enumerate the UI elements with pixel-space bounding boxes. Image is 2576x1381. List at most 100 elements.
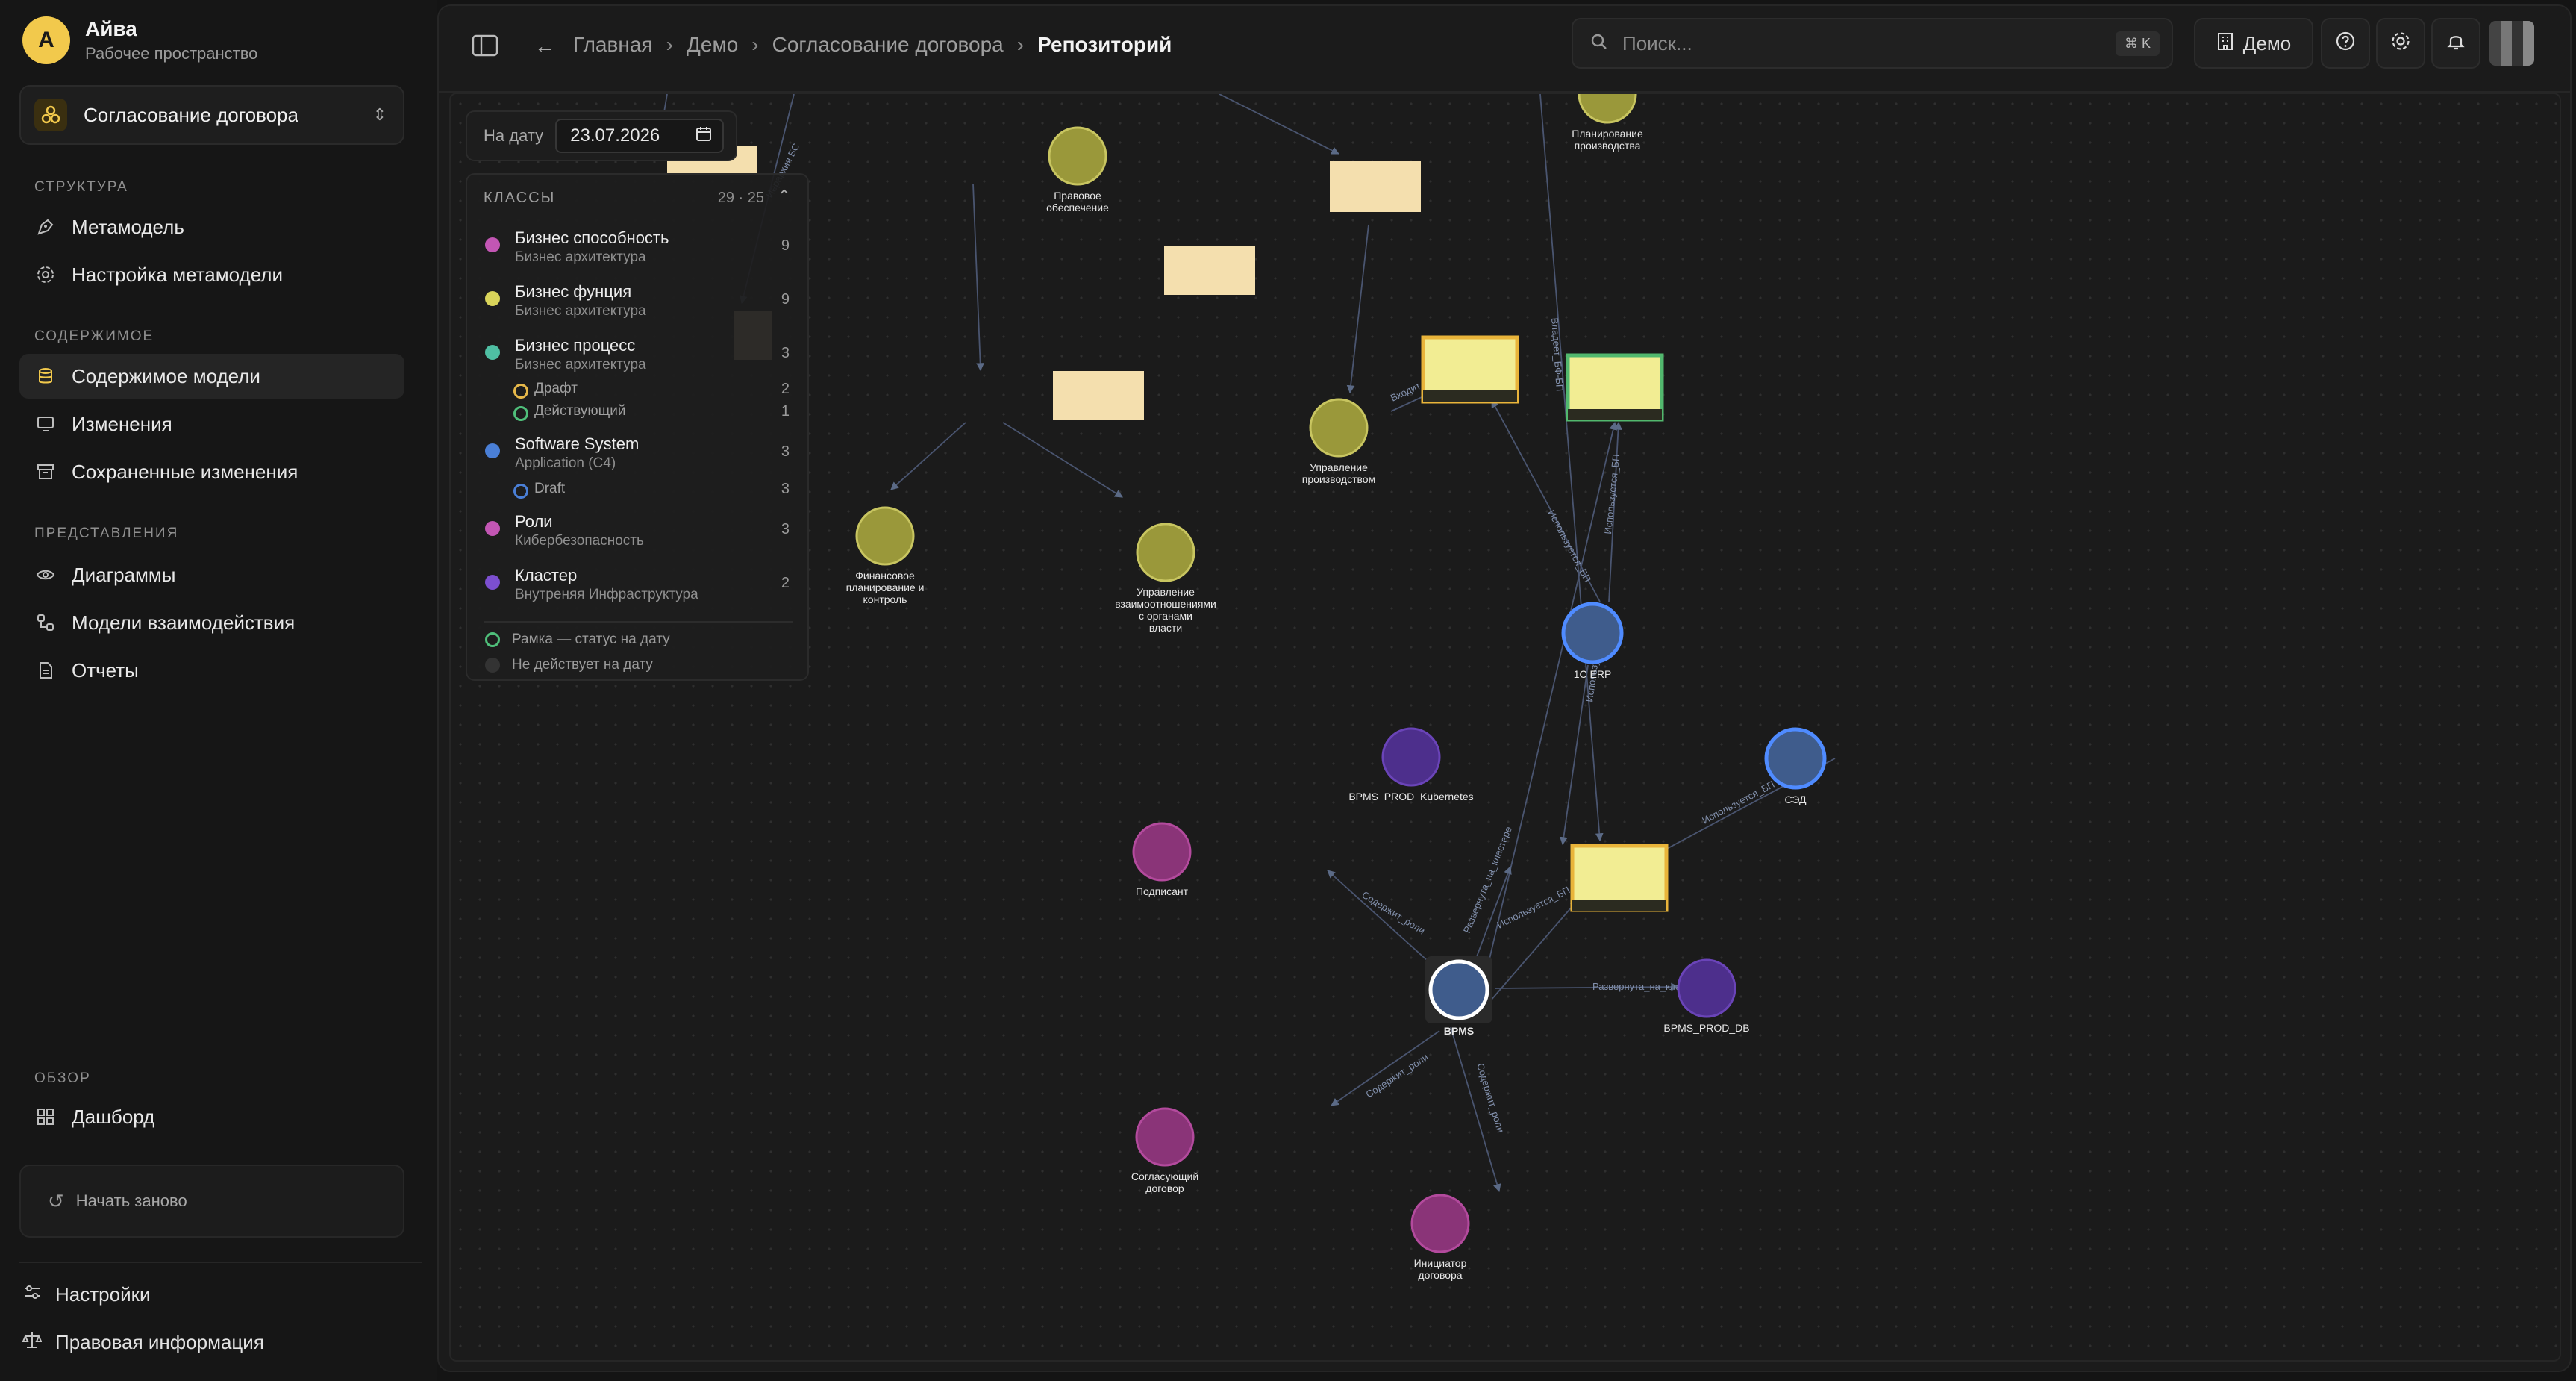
edge[interactable]: [1539, 94, 1604, 842]
edge[interactable]: [1219, 94, 1339, 155]
nav-dashboard[interactable]: Дашборд: [19, 1094, 404, 1139]
nav-metamodel-settings[interactable]: Настройка метамодели: [19, 252, 404, 297]
legend-divider: [484, 621, 793, 623]
section-overview: ОБЗОР: [34, 1070, 91, 1086]
workspace-button[interactable]: Демо: [2194, 18, 2313, 69]
gear-icon: [2390, 31, 2411, 57]
settings-link[interactable]: Настройки: [22, 1282, 151, 1307]
node-kubernetes[interactable]: [1381, 727, 1441, 787]
node-label-fin: Финансовое планирование и контроль: [846, 570, 925, 605]
nav-model-content-label: Содержимое модели: [72, 364, 260, 387]
class-name: Бизнес фунция: [515, 282, 632, 301]
help-button[interactable]: [2321, 18, 2370, 69]
archive-icon: [34, 461, 57, 483]
edge-label: Владеет_БФ-БП: [1549, 317, 1566, 392]
restart-button[interactable]: ↺ Начать заново: [19, 1165, 404, 1238]
class-count: 2: [781, 575, 790, 591]
node-label-kubernetes: BPMS_PROD_Kubernetes: [1348, 791, 1473, 802]
status-name: Draft: [534, 481, 566, 496]
section-structure: СТРУКТУРА: [34, 179, 128, 195]
nav-interaction-models[interactable]: Модели взаимодействия: [19, 600, 404, 645]
notifications-button[interactable]: [2431, 18, 2480, 69]
node-label-line: Планирование: [1572, 128, 1643, 140]
nav-reports-label: Отчеты: [72, 658, 139, 682]
back-arrow-icon[interactable]: ←: [534, 34, 555, 58]
date-input[interactable]: 23.07.2026: [555, 119, 725, 153]
class-legend: КЛАССЫ 29 · 25 ⌃ Бизнес способность Бизн…: [466, 173, 809, 681]
status-count: 3: [781, 481, 790, 497]
building-icon: [2216, 31, 2234, 56]
breadcrumb-home[interactable]: Главная: [573, 33, 653, 57]
node-label-pravovoe: Правовое обеспечение: [1046, 190, 1109, 213]
node-1c-erp[interactable]: [1561, 602, 1624, 664]
workspace-button-label: Демо: [2242, 31, 2292, 54]
edge[interactable]: [1327, 870, 1444, 976]
edge[interactable]: [972, 183, 985, 372]
node-financial-planning[interactable]: [855, 506, 915, 566]
chevron-up-icon[interactable]: ⌃: [778, 187, 791, 206]
class-name: Бизнес процесс: [515, 336, 636, 355]
calendar-icon[interactable]: [695, 125, 712, 147]
edge[interactable]: [1346, 224, 1369, 394]
breadcrumb-project[interactable]: Согласование договора: [772, 33, 1004, 57]
date-value: 23.07.2026: [570, 125, 660, 146]
edge[interactable]: [1480, 900, 1578, 1013]
settings-button[interactable]: [2376, 18, 2425, 69]
node-caption-bar: [1568, 409, 1662, 420]
process-node[interactable]: [1330, 161, 1421, 212]
node-gov-relations[interactable]: [1136, 523, 1195, 582]
breadcrumb: Главная › Демо › Согласование договора ›…: [573, 33, 1172, 57]
node-label-line: Согласующий: [1131, 1170, 1198, 1182]
legend-note-frame-text: Рамка — статус на дату: [512, 632, 670, 647]
node-label-line: Финансовое: [855, 570, 915, 582]
node-approver[interactable]: [1135, 1107, 1195, 1167]
breadcrumb-demo[interactable]: Демо: [687, 33, 738, 57]
database-icon: [34, 365, 57, 387]
nav-saved-changes[interactable]: Сохраненные изменения: [19, 449, 404, 494]
gear-icon: [34, 264, 57, 286]
node-bpms[interactable]: [1428, 959, 1489, 1020]
nav-metamodel[interactable]: Метамодель: [19, 205, 404, 249]
process-node[interactable]: [1053, 371, 1144, 420]
node-label-line: взаимоотношениями: [1115, 598, 1216, 610]
nav-changes[interactable]: Изменения: [19, 402, 404, 446]
node-caption-bar: [1423, 390, 1517, 402]
node-sed[interactable]: [1764, 727, 1827, 790]
node-label-line: производством: [1302, 473, 1375, 485]
node-label-line: BPMS_PROD_Kubernetes: [1348, 791, 1473, 802]
legend-note-inactive-text: Не действует на дату: [512, 657, 653, 673]
project-selector[interactable]: Согласование договора ⇕: [19, 85, 404, 145]
search-input[interactable]: Поиск... ⌘ K: [1572, 18, 2173, 69]
chevron-right-icon: ›: [666, 33, 673, 56]
section-content: СОДЕРЖИМОЕ: [34, 328, 154, 344]
bell-icon: [2445, 31, 2466, 57]
nav-diagrams[interactable]: Диаграммы: [19, 552, 404, 597]
class-sub: Бизнес архитектура: [515, 303, 646, 319]
node-label-line: Подписант: [1136, 885, 1189, 897]
class-count: 9: [781, 237, 790, 254]
workspace-header[interactable]: А Айва Рабочее пространство: [22, 16, 257, 64]
node-signatory[interactable]: [1132, 822, 1192, 882]
node-bpms-db[interactable]: [1677, 958, 1736, 1018]
edge[interactable]: [1331, 1030, 1440, 1106]
node-production-mgmt[interactable]: [1309, 398, 1369, 458]
user-avatar[interactable]: [2489, 21, 2534, 66]
nav-model-content[interactable]: Содержимое модели: [19, 354, 404, 399]
class-color-dot: [485, 237, 500, 252]
status-name: Драфт: [534, 381, 578, 396]
process-node[interactable]: [1164, 246, 1255, 295]
inactive-dot-icon: [485, 658, 500, 673]
class-name: Software System: [515, 434, 640, 453]
monitor-icon: [34, 413, 57, 435]
node-label-line: BPMS: [1444, 1025, 1474, 1037]
workspace-name: Айва: [85, 17, 137, 40]
node-initiator[interactable]: [1410, 1194, 1470, 1253]
edge[interactable]: [890, 422, 966, 490]
legal-link[interactable]: Правовая информация: [22, 1330, 264, 1355]
sidebar-toggle-icon[interactable]: [472, 34, 498, 57]
edge[interactable]: [1002, 422, 1123, 498]
status-count: 1: [781, 403, 790, 420]
node-legal-support[interactable]: [1048, 126, 1107, 186]
node-planning[interactable]: [1578, 94, 1637, 124]
nav-reports[interactable]: Отчеты: [19, 648, 404, 693]
